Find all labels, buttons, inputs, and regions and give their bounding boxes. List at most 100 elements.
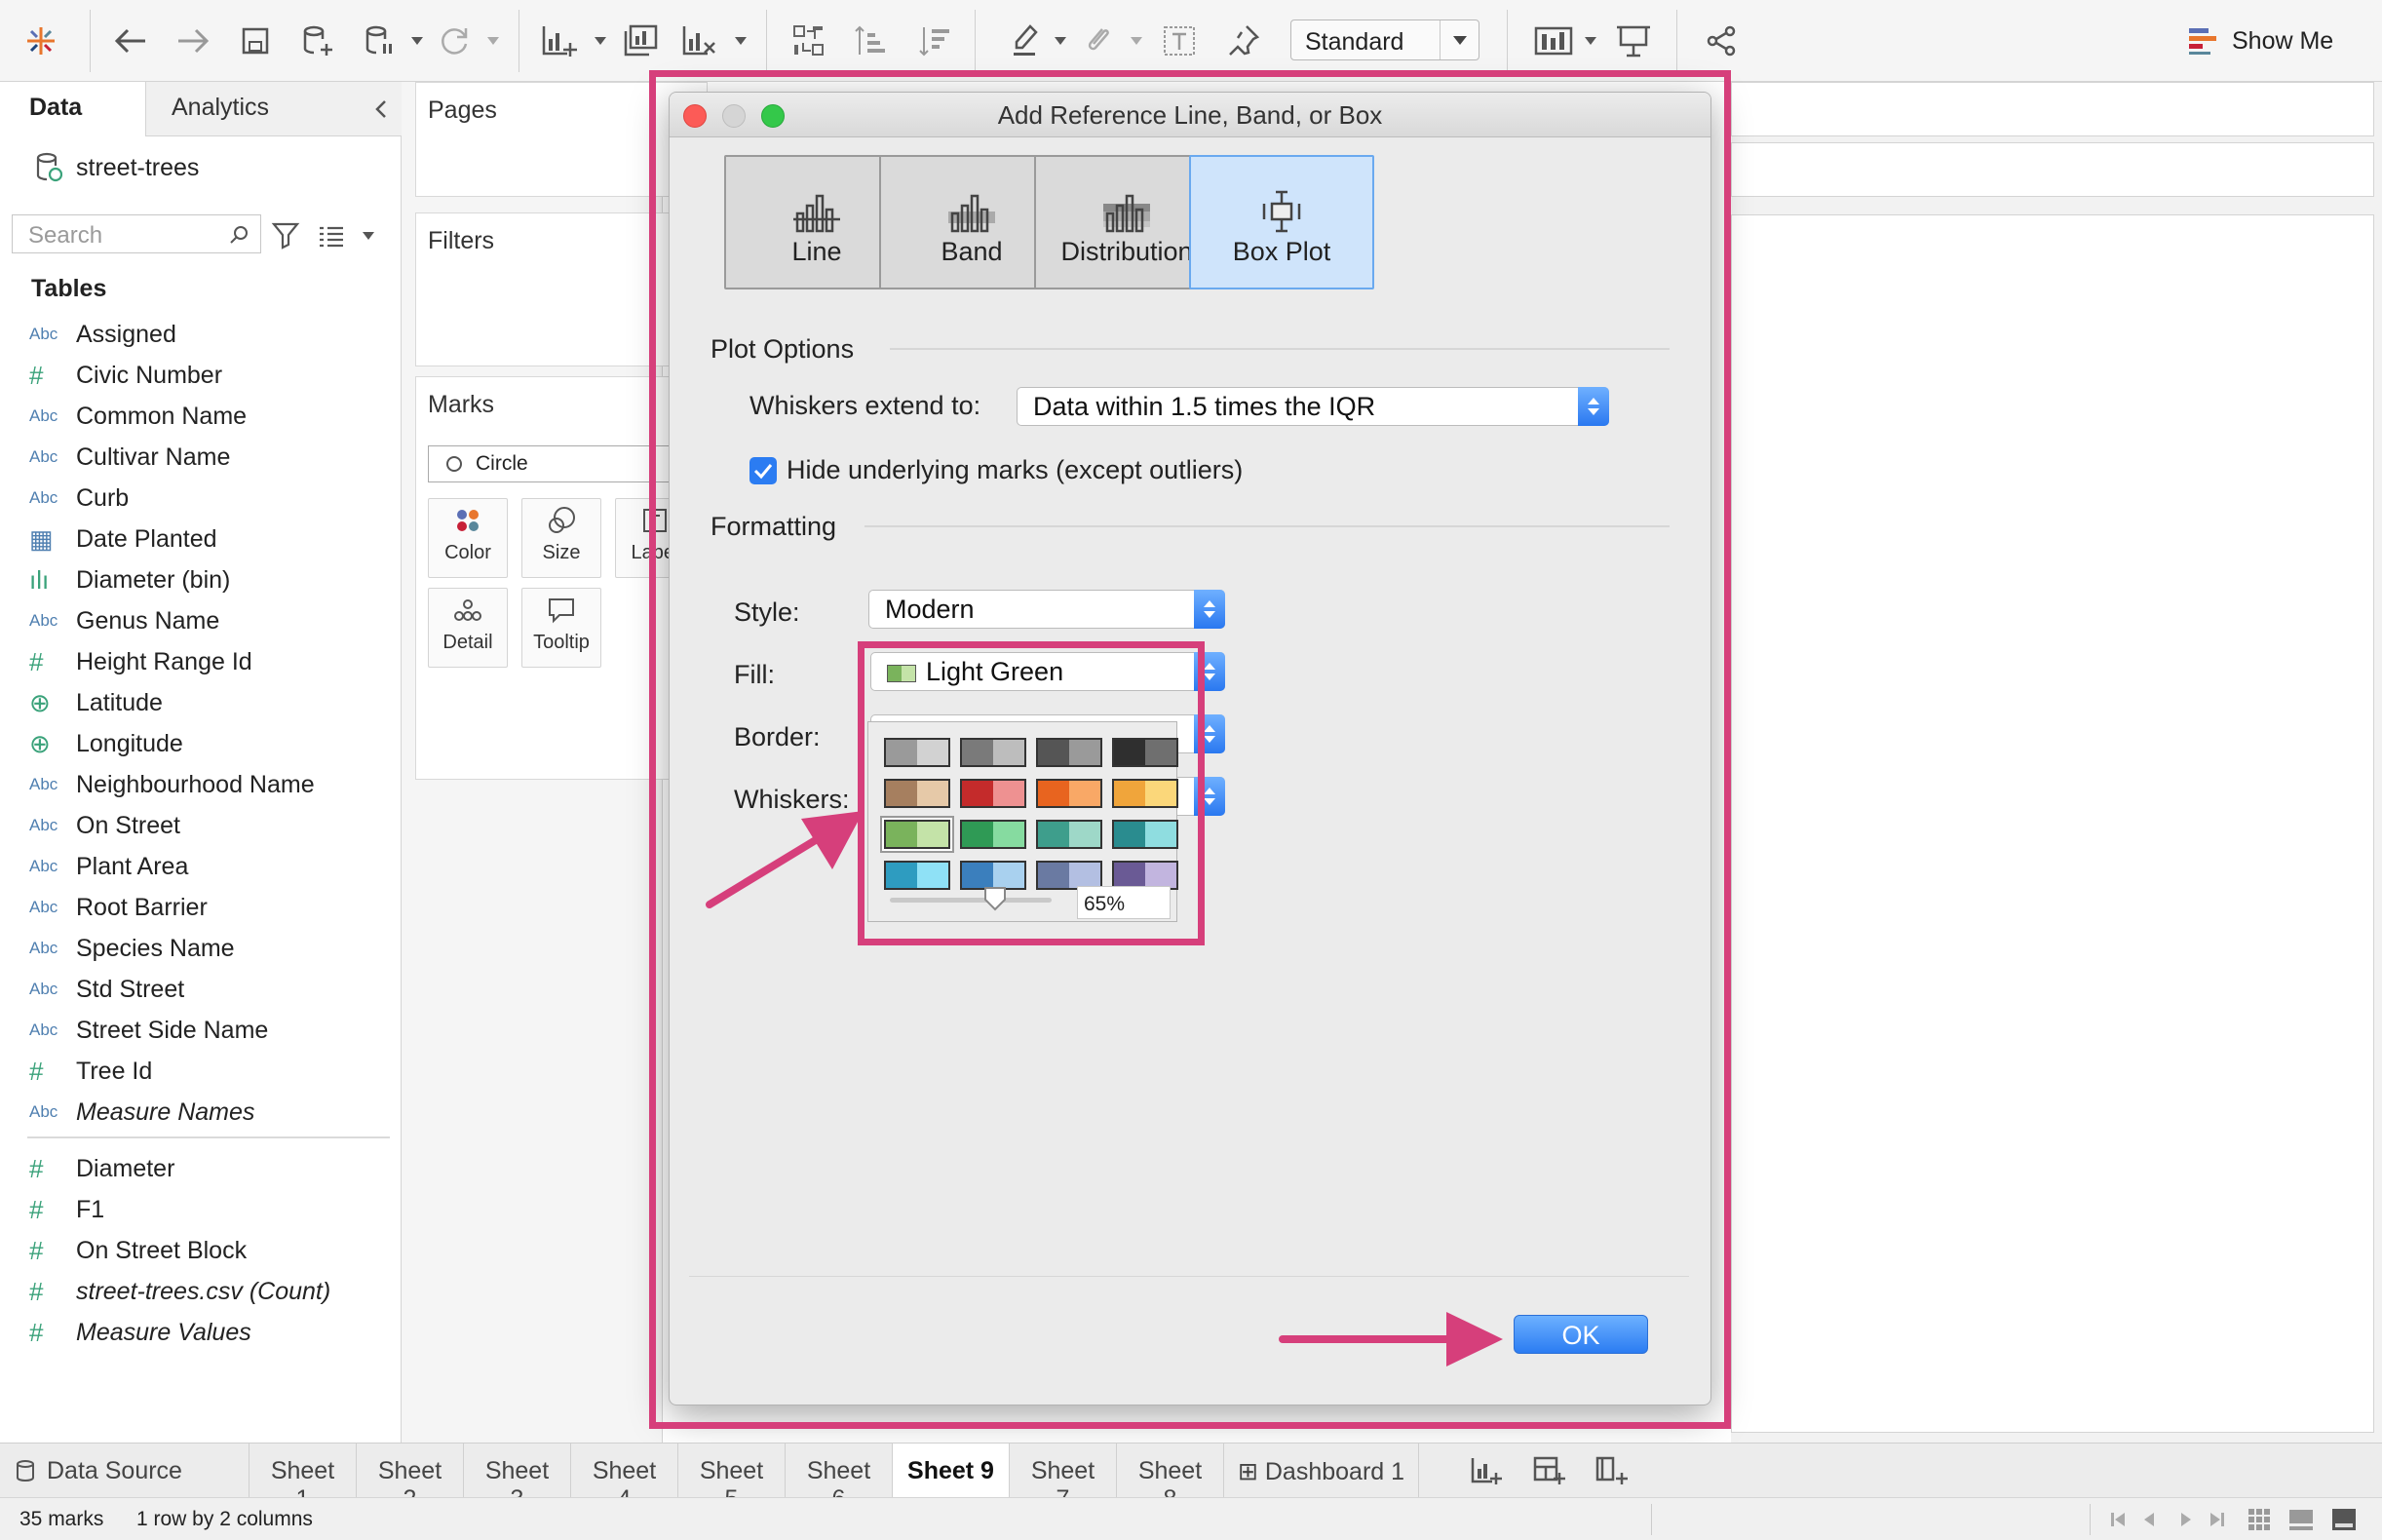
sheet-tab[interactable]: Sheet 6	[786, 1444, 893, 1513]
show-labels-icon[interactable]	[1158, 19, 1201, 62]
sheet-tab[interactable]: Sheet 4	[571, 1444, 678, 1513]
field-type-icon: Abc	[29, 898, 58, 916]
search-input[interactable]: Search	[12, 214, 261, 253]
tab-data[interactable]: Data	[0, 82, 146, 136]
fix-axes-icon[interactable]	[1222, 19, 1265, 62]
field-item[interactable]: # F1	[29, 1189, 104, 1230]
field-item[interactable]: # street-trees.csv (Count)	[29, 1271, 330, 1312]
size-icon	[522, 499, 600, 542]
field-item[interactable]: Abc Common Name	[29, 396, 247, 437]
data-source-tab[interactable]: Data Source	[0, 1444, 250, 1498]
field-type-icon: #	[29, 1153, 44, 1183]
share-icon[interactable]	[1700, 19, 1743, 62]
tabs-view-icon[interactable]	[2331, 1508, 2357, 1531]
field-item[interactable]: Abc Plant Area	[29, 846, 188, 887]
field-item[interactable]: Abc Street Side Name	[29, 1010, 268, 1051]
view-size-select[interactable]: Standard	[1290, 19, 1479, 60]
new-dashboard-icon[interactable]	[1532, 1455, 1565, 1486]
dashboard-tab[interactable]: ⊞ Dashboard 1	[1224, 1444, 1419, 1498]
caret-icon[interactable]	[1585, 37, 1596, 45]
caret-icon[interactable]	[1131, 37, 1142, 45]
sheet-nav-icons[interactable]	[2109, 1510, 2236, 1529]
field-item[interactable]: # Height Range Id	[29, 641, 252, 682]
field-item[interactable]: Abc Std Street	[29, 969, 184, 1010]
field-item[interactable]: Abc Measure Names	[29, 1092, 254, 1133]
field-item[interactable]: ılı Diameter (bin)	[29, 559, 230, 600]
field-item[interactable]: Abc Assigned	[29, 314, 176, 355]
sheet-tab[interactable]: Sheet 5	[678, 1444, 786, 1513]
field-item[interactable]: # On Street Block	[29, 1230, 247, 1271]
caret-icon[interactable]	[487, 37, 499, 45]
view-canvas[interactable]	[1731, 214, 2374, 1433]
field-name: Common Name	[76, 402, 248, 430]
tooltip-icon	[522, 589, 600, 632]
field-name: Cultivar Name	[76, 443, 231, 471]
palette-highlight	[858, 641, 1205, 945]
sort-ascending-icon[interactable]	[850, 19, 893, 62]
undo-icon[interactable]	[109, 19, 152, 62]
clear-sheet-icon[interactable]	[678, 19, 721, 62]
show-cards-icon[interactable]	[1532, 19, 1575, 62]
field-item[interactable]: # Tree Id	[29, 1051, 152, 1092]
columns-shelf[interactable]	[1731, 82, 2374, 136]
field-item[interactable]: Abc Genus Name	[29, 600, 219, 641]
refresh-icon[interactable]	[433, 19, 476, 62]
datasource-row[interactable]: street-trees	[35, 148, 199, 187]
group-members-icon[interactable]	[1076, 19, 1119, 62]
tab-analytics[interactable]: Analytics	[146, 82, 402, 135]
swap-icon[interactable]	[788, 19, 830, 62]
detail-button[interactable]: Detail	[428, 588, 508, 668]
filmstrip-icon[interactable]	[2288, 1508, 2314, 1531]
new-story-icon[interactable]	[1594, 1455, 1628, 1486]
new-worksheet-icon[interactable]	[1470, 1455, 1503, 1486]
tooltip-button[interactable]: Tooltip	[521, 588, 601, 668]
sheet-tab[interactable]: Sheet 1	[250, 1444, 357, 1513]
pause-updates-icon[interactable]	[359, 19, 402, 62]
field-item[interactable]: # Civic Number	[29, 355, 222, 396]
field-item[interactable]: ⊕ Latitude	[29, 682, 163, 723]
filter-icon[interactable]	[271, 220, 300, 250]
field-item[interactable]: Abc On Street	[29, 805, 180, 846]
field-item[interactable]: Abc Species Name	[29, 928, 235, 969]
save-icon[interactable]	[234, 19, 277, 62]
color-button[interactable]: Color	[428, 498, 508, 578]
size-button[interactable]: Size	[521, 498, 601, 578]
highlight-icon[interactable]	[1004, 19, 1047, 62]
grid-view-icon[interactable]	[2248, 1508, 2271, 1531]
caret-icon[interactable]	[1055, 37, 1066, 45]
sheet-tab[interactable]: Sheet 9	[893, 1444, 1010, 1498]
presentation-mode-icon[interactable]	[1612, 19, 1655, 62]
sheet-tab[interactable]: Sheet 2	[357, 1444, 464, 1513]
caret-icon[interactable]	[595, 37, 606, 45]
new-datasource-icon[interactable]	[296, 19, 339, 62]
field-item[interactable]: ⊕ Longitude	[29, 723, 183, 764]
tableau-logo-icon[interactable]	[19, 19, 62, 62]
caret-icon[interactable]	[735, 37, 747, 45]
field-name: Root Barrier	[76, 893, 208, 921]
field-name: Std Street	[76, 975, 185, 1003]
duplicate-sheet-icon[interactable]	[620, 19, 663, 62]
sheet-tab[interactable]: Sheet 8	[1117, 1444, 1224, 1513]
sheet-tab[interactable]: Sheet 3	[464, 1444, 571, 1513]
field-item[interactable]: ▦ Date Planted	[29, 519, 217, 559]
field-item[interactable]: Abc Curb	[29, 478, 129, 519]
sheet-tab[interactable]: Sheet 7	[1010, 1444, 1117, 1513]
field-item[interactable]: # Measure Values	[29, 1312, 251, 1353]
field-item[interactable]: Abc Cultivar Name	[29, 437, 230, 478]
list-view-icon[interactable]	[318, 224, 345, 248]
redo-icon[interactable]	[172, 19, 214, 62]
field-type-icon: Abc	[29, 611, 58, 630]
sort-descending-icon[interactable]	[914, 19, 957, 62]
field-type-icon: #	[29, 1056, 44, 1086]
field-item[interactable]: # Diameter	[29, 1148, 174, 1189]
caret-icon[interactable]	[363, 232, 374, 240]
caret-icon[interactable]	[411, 37, 423, 45]
show-me-button[interactable]: Show Me	[2187, 21, 2333, 60]
new-worksheet-icon[interactable]	[538, 19, 581, 62]
field-type-icon: Abc	[29, 939, 58, 957]
field-item[interactable]: Abc Root Barrier	[29, 887, 208, 928]
rows-shelf[interactable]	[1731, 142, 2374, 197]
field-item[interactable]: Abc Neighbourhood Name	[29, 764, 315, 805]
field-type-icon: #	[29, 1194, 44, 1224]
separator	[90, 10, 91, 72]
